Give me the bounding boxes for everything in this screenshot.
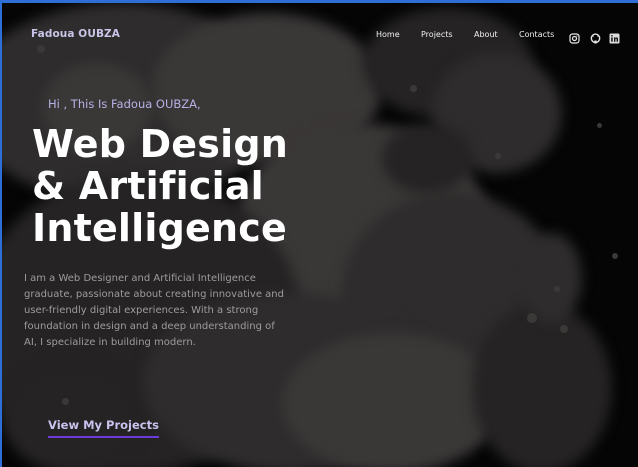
github-icon[interactable] bbox=[590, 29, 601, 44]
headline-line-1: Web Design bbox=[32, 122, 288, 166]
site-brand[interactable]: Fadoua OUBZA bbox=[31, 28, 120, 40]
nav-home-link[interactable]: Home bbox=[376, 30, 400, 39]
headline-line-3: Intelligence bbox=[32, 206, 287, 250]
hero-greeting: Hi , This Is Fadoua OUBZA, bbox=[48, 97, 201, 111]
main-nav: Home Projects About Contacts bbox=[338, 29, 638, 44]
instagram-icon[interactable] bbox=[569, 29, 580, 44]
linkedin-icon[interactable] bbox=[609, 29, 620, 44]
nav-contacts-link[interactable]: Contacts bbox=[519, 30, 554, 39]
nav-about-link[interactable]: About bbox=[474, 30, 498, 39]
hero-intro: I am a Web Designer and Artificial Intel… bbox=[24, 273, 284, 348]
headline-line-2: & Artificial bbox=[32, 164, 264, 208]
hero-headline: Web Design & Artificial Intelligence bbox=[32, 123, 288, 249]
browser-viewport: Fadoua OUBZA Home Projects About Contact… bbox=[0, 0, 638, 467]
view-projects-button[interactable]: View My Projects bbox=[48, 418, 159, 438]
nav-projects-link[interactable]: Projects bbox=[421, 30, 453, 39]
